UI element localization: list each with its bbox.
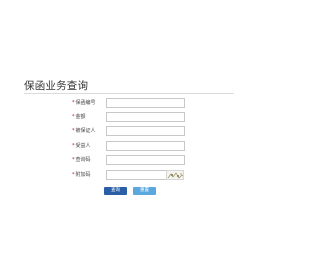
search-button[interactable]: 查询 — [104, 187, 127, 195]
form-row-beneficiary: *受益人 — [60, 141, 188, 151]
query-code-label: 查询码 — [75, 157, 91, 163]
guaranteed-party-label: 被保证人 — [75, 128, 96, 134]
required-marker: * — [72, 172, 75, 178]
amount-input[interactable] — [106, 112, 185, 122]
title-divider — [24, 93, 234, 94]
guaranteed-party-input[interactable] — [106, 126, 185, 136]
page-title: 保函业务查询 — [24, 80, 89, 92]
field-label: *保函编号 — [72, 99, 96, 108]
beneficiary-input[interactable] — [106, 141, 185, 151]
field-label: *附加码 — [72, 171, 91, 180]
field-label: *被保证人 — [72, 127, 96, 136]
field-label: *受益人 — [72, 142, 91, 151]
required-marker: * — [72, 128, 75, 134]
captcha-label: 附加码 — [75, 172, 91, 178]
required-marker: * — [72, 114, 75, 120]
form-row-amount: *金额 — [60, 112, 188, 122]
required-marker: * — [72, 157, 75, 163]
captcha-input[interactable] — [106, 170, 168, 180]
form-row-query-code: *查询码 — [60, 155, 188, 165]
field-label: *金额 — [72, 113, 86, 122]
captcha-image[interactable] — [166, 170, 184, 180]
guarantee-number-label: 保函编号 — [75, 100, 96, 106]
amount-label: 金额 — [75, 114, 86, 120]
required-marker: * — [72, 143, 75, 149]
beneficiary-label: 受益人 — [75, 143, 91, 149]
captcha-noise-icon — [167, 172, 183, 179]
reset-button[interactable]: 重置 — [133, 187, 156, 195]
required-marker: * — [72, 100, 75, 106]
query-code-input[interactable] — [106, 155, 185, 165]
form-row-guaranteed-party: *被保证人 — [60, 126, 188, 136]
field-label: *查询码 — [72, 156, 91, 165]
guarantee-number-input[interactable] — [106, 98, 185, 108]
form-row-guarantee-number: *保函编号 — [60, 98, 188, 108]
